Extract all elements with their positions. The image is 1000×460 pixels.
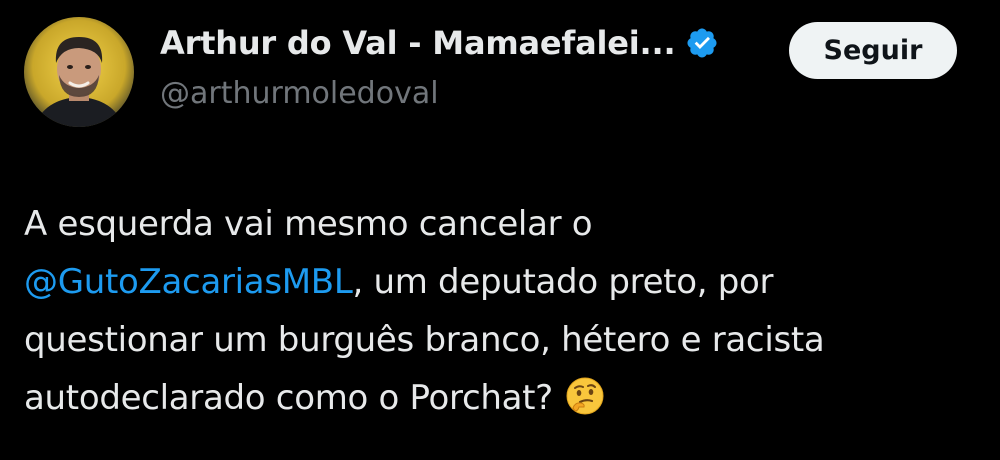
tweet-text: A esquerda vai mesmo cancelar o @GutoZac…: [24, 195, 974, 427]
follow-button[interactable]: Seguir: [789, 22, 957, 79]
verified-badge-icon: [685, 26, 719, 60]
tweet-line-text: autodeclarado como o Porchat?: [24, 378, 553, 418]
mention-link[interactable]: @GutoZacariasMBL: [24, 262, 353, 302]
tweet-line-text: , um deputado preto, por: [352, 262, 774, 302]
tweet-line: A esquerda vai mesmo cancelar o: [24, 204, 593, 244]
tweet-line: questionar um burguês branco, hétero e r…: [24, 320, 825, 360]
author-display-name[interactable]: Arthur do Val - Mamaefalei...: [160, 24, 676, 62]
thinking-face-emoji-icon: [565, 376, 605, 434]
author-avatar[interactable]: [24, 17, 134, 127]
author-name-row: Arthur do Val - Mamaefalei...: [160, 24, 719, 62]
tweet-line: @GutoZacariasMBL, um deputado preto, por: [24, 253, 974, 311]
tweet-line: autodeclarado como o Porchat?: [24, 369, 974, 427]
user-avatar-icon: [24, 17, 134, 127]
author-handle[interactable]: @arthurmoledoval: [160, 76, 439, 111]
